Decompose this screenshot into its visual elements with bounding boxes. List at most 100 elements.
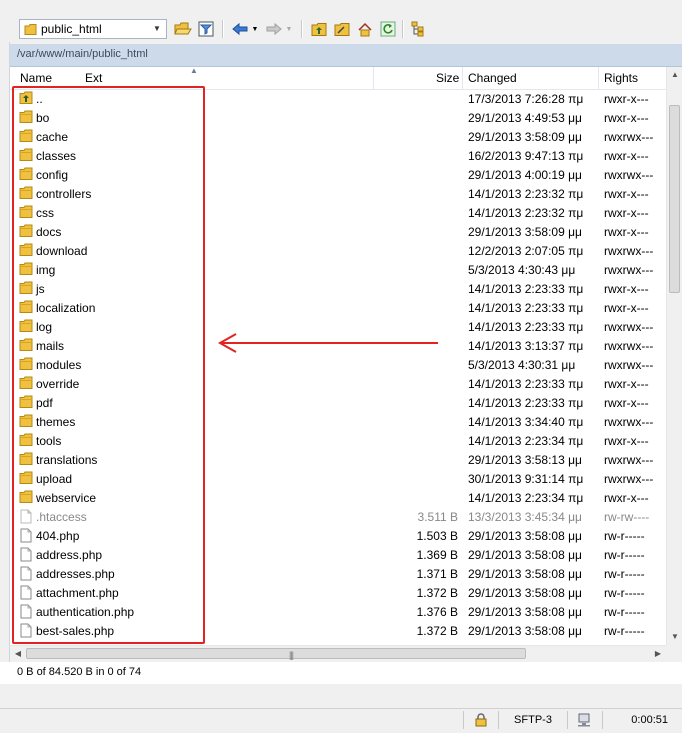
file-changed: 29/1/2013 3:58:08 μμ (468, 586, 582, 600)
file-size: 1.369 B (416, 548, 458, 562)
file-changed: 29/1/2013 3:58:13 μμ (468, 453, 582, 467)
file-changed: 5/3/2013 4:30:31 μμ (468, 358, 576, 372)
file-changed: 14/1/2013 2:23:32 πμ (468, 206, 584, 220)
file-rights: rwxr-x--- (604, 491, 649, 505)
file-changed: 29/1/2013 3:58:08 μμ (468, 548, 582, 562)
home-icon (358, 22, 372, 36)
file-changed: 12/2/2013 2:07:05 πμ (468, 244, 584, 258)
back-dropdown[interactable]: ▼ (250, 20, 260, 38)
file-size: 3.511 B (417, 510, 458, 524)
parent-dir-icon (311, 22, 327, 36)
file-changed: 29/1/2013 3:58:08 μμ (468, 567, 582, 581)
file-size: 1.372 B (416, 586, 458, 600)
file-changed: 29/1/2013 4:00:19 μμ (468, 168, 582, 182)
vertical-scroll-thumb[interactable] (669, 105, 680, 293)
file-rights: rwxr-x--- (604, 301, 649, 315)
vertical-scrollbar[interactable]: ▲ ▼ (666, 67, 682, 645)
encryption-status (463, 711, 498, 729)
file-rights: rw-r----- (604, 586, 645, 600)
file-size: 1.371 B (416, 567, 458, 581)
refresh-icon (380, 21, 396, 37)
horizontal-scrollbar[interactable]: ◀ ||| ▶ (10, 645, 666, 662)
back-button[interactable] (231, 20, 249, 38)
elapsed-time: 0:00:51 (602, 711, 680, 729)
file-rights: rwxrwx--- (604, 358, 654, 372)
back-arrow-icon (232, 22, 248, 36)
scroll-right-icon[interactable]: ▶ (650, 646, 666, 662)
selection-status: 0 B of 84.520 B in 0 of 74 (17, 666, 142, 678)
column-rights[interactable]: Rights (604, 71, 638, 85)
file-rights: rwxr-x--- (604, 225, 649, 239)
file-size: 1.372 B (416, 624, 458, 638)
file-changed: 14/1/2013 2:23:33 πμ (468, 396, 584, 410)
status-bar: SFTP-3 0:00:51 (0, 708, 682, 733)
protocol-status: SFTP-3 (498, 711, 567, 729)
location-combo-text: public_html (41, 22, 102, 36)
root-dir-icon (334, 22, 350, 36)
file-changed: 29/1/2013 3:58:08 μμ (468, 605, 582, 619)
file-changed: 14/1/2013 2:23:33 πμ (468, 377, 584, 391)
folder-icon (24, 23, 38, 39)
column-name[interactable]: Name (20, 71, 52, 85)
forward-button[interactable] (265, 20, 283, 38)
file-rights: rwxr-x--- (604, 434, 649, 448)
root-directory-button[interactable] (333, 20, 351, 38)
current-path: /var/www/main/public_html (17, 48, 148, 60)
file-rights: rwxrwx--- (604, 244, 654, 258)
file-rights: rwxr-x--- (604, 187, 649, 201)
file-rights: rw-rw---- (604, 510, 650, 524)
tree-view-button[interactable] (409, 20, 427, 38)
forward-arrow-icon (266, 22, 282, 36)
highlight-box (12, 86, 205, 644)
file-changed: 14/1/2013 2:23:34 πμ (468, 434, 584, 448)
file-changed: 30/1/2013 9:31:14 πμ (468, 472, 584, 486)
file-rights: rwxrwx--- (604, 339, 654, 353)
scroll-up-icon[interactable]: ▲ (667, 67, 682, 83)
file-changed: 29/1/2013 3:58:09 μμ (468, 130, 582, 144)
refresh-button[interactable] (379, 20, 397, 38)
horizontal-scroll-thumb[interactable]: ||| (26, 648, 526, 660)
file-rights: rw-r----- (604, 605, 645, 619)
open-directory-button[interactable] (174, 20, 192, 38)
file-size: 1.376 B (416, 605, 458, 619)
column-changed[interactable]: Changed (468, 71, 517, 85)
file-rights: rwxr-x--- (604, 149, 649, 163)
file-rights: rwxrwx--- (604, 415, 654, 429)
open-folder-icon (174, 22, 192, 35)
file-rights: rwxr-x--- (604, 111, 649, 125)
file-rights: rwxrwx--- (604, 472, 654, 486)
file-rights: rw-r----- (604, 567, 645, 581)
location-combo[interactable]: public_html ▼ (19, 19, 167, 39)
left-pane-edge (0, 42, 10, 662)
file-rights: rw-r----- (604, 529, 645, 543)
network-icon (578, 713, 590, 727)
filter-button[interactable] (197, 20, 215, 38)
column-size[interactable]: Size (436, 71, 459, 85)
file-rights: rwxr-x--- (604, 92, 649, 106)
file-changed: 5/3/2013 4:30:43 μμ (468, 263, 576, 277)
annotation-arrow (217, 333, 438, 353)
column-ext[interactable]: Ext (85, 71, 102, 85)
scroll-left-icon[interactable]: ◀ (10, 646, 26, 662)
file-changed: 14/1/2013 2:23:33 πμ (468, 301, 584, 315)
file-size: 1.503 B (416, 529, 458, 543)
path-bar[interactable]: /var/www/main/public_html (10, 44, 682, 67)
scroll-down-icon[interactable]: ▼ (667, 629, 682, 645)
file-changed: 29/1/2013 3:58:08 μμ (468, 529, 582, 543)
file-changed: 14/1/2013 2:23:34 πμ (468, 491, 584, 505)
chevron-down-icon[interactable]: ▼ (150, 22, 164, 36)
lock-icon (475, 713, 487, 727)
file-rights: rwxr-x--- (604, 206, 649, 220)
file-changed: 17/3/2013 7:26:28 πμ (468, 92, 584, 106)
network-status (567, 711, 602, 729)
file-changed: 29/1/2013 3:58:09 μμ (468, 225, 582, 239)
parent-directory-button[interactable] (310, 20, 328, 38)
file-rights: rwxrwx--- (604, 453, 654, 467)
forward-dropdown[interactable]: ▼ (284, 20, 294, 38)
file-rights: rwxrwx--- (604, 168, 654, 182)
file-rights: rwxr-x--- (604, 282, 649, 296)
file-changed: 16/2/2013 9:47:13 πμ (468, 149, 584, 163)
file-changed: 14/1/2013 3:13:37 πμ (468, 339, 584, 353)
home-directory-button[interactable] (356, 20, 374, 38)
file-rights: rwxrwx--- (604, 320, 654, 334)
